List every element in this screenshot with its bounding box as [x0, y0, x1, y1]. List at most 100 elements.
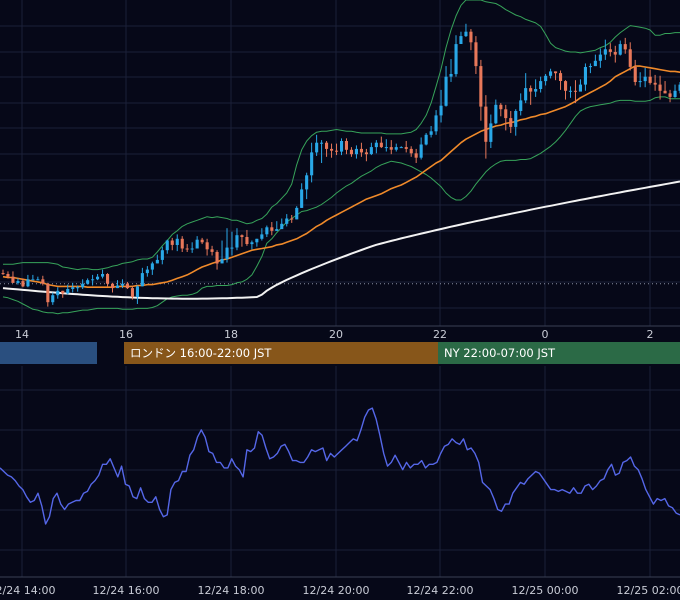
- candle-body: [424, 134, 428, 145]
- candle-body: [86, 280, 90, 284]
- candle-body: [215, 252, 219, 264]
- candle-body: [265, 227, 269, 235]
- candle-body: [668, 93, 672, 97]
- candle-body: [484, 106, 488, 142]
- candle-body: [444, 76, 448, 106]
- candle-body: [618, 44, 622, 55]
- candle-body: [36, 279, 40, 281]
- candle-body: [275, 229, 279, 231]
- candle-body: [140, 273, 144, 287]
- candle-body: [434, 115, 438, 132]
- candle-body: [315, 142, 319, 153]
- candle-body: [638, 81, 642, 83]
- candle-body: [295, 207, 299, 220]
- candle-body: [270, 227, 274, 231]
- candle-body: [658, 84, 662, 91]
- price-tick-label: 18: [224, 328, 238, 341]
- oscillator-time-axis: 12/24 14:00 12/24 16:00 12/24 18:00 12/2…: [0, 584, 680, 597]
- candle-body: [280, 223, 284, 230]
- candle-body: [519, 100, 523, 111]
- candle-body: [101, 274, 105, 277]
- candle-body: [474, 42, 478, 67]
- candle-body: [260, 234, 264, 239]
- candle-body: [245, 237, 249, 244]
- candle-body: [21, 281, 25, 287]
- candle-body: [578, 84, 582, 92]
- candle-body: [414, 153, 418, 158]
- price-tick-label: 20: [329, 328, 343, 341]
- candle-body: [210, 249, 214, 252]
- candle-body: [56, 290, 60, 296]
- candle-body: [235, 235, 239, 248]
- candle-body: [225, 247, 229, 260]
- candle-body: [464, 31, 468, 37]
- candle-body: [185, 248, 189, 250]
- candle-body: [130, 288, 134, 297]
- candle-body: [379, 142, 383, 148]
- candle-body: [190, 248, 194, 250]
- candle-body: [31, 279, 35, 281]
- session-london-label: ロンドン 16:00-22:00 JST: [130, 346, 272, 360]
- candle-body: [489, 123, 493, 142]
- candle-body: [120, 283, 124, 286]
- candle-body: [648, 76, 652, 83]
- candle-body: [71, 287, 75, 289]
- candle-body: [41, 279, 45, 284]
- candle-body: [623, 44, 627, 50]
- candle-body: [160, 250, 164, 260]
- candle-body: [534, 89, 538, 92]
- candle-body: [633, 67, 637, 82]
- candle-body: [514, 111, 518, 127]
- candle-body: [330, 148, 334, 151]
- candle-body: [135, 286, 139, 297]
- candle-body: [180, 238, 184, 249]
- candle-body: [250, 242, 254, 245]
- candle-body: [554, 71, 558, 74]
- oscillator-tick-label: 12/24 16:00: [93, 584, 160, 597]
- candle-body: [325, 142, 329, 149]
- candle-body: [240, 235, 244, 237]
- candle-body: [524, 88, 528, 101]
- candle-body: [504, 109, 508, 119]
- price-tick-label: 16: [119, 328, 133, 341]
- candle-body: [544, 75, 548, 82]
- candle-body: [384, 147, 388, 149]
- candle-body: [285, 218, 289, 224]
- candle-body: [628, 49, 632, 67]
- oscillator-tick-label: 12/24 22:00: [407, 584, 474, 597]
- candle-body: [91, 279, 95, 281]
- candle-body: [344, 141, 348, 150]
- candle-body: [111, 283, 115, 289]
- candle-body: [573, 90, 577, 92]
- oscillator-tick-label: 12/25 02:00: [617, 584, 680, 597]
- candle-body: [335, 150, 339, 152]
- candle-body: [364, 152, 368, 155]
- candle-body: [454, 44, 458, 75]
- candle-body: [170, 240, 174, 245]
- candle-body: [449, 74, 453, 77]
- chart-root: 14 16 18 20 22 0 2 ロンドン 16:00-22:00 JST …: [0, 0, 680, 600]
- candle-body: [643, 76, 647, 82]
- candle-body: [593, 60, 597, 67]
- candle-body: [290, 218, 294, 220]
- candle-body: [76, 287, 80, 289]
- candle-body: [200, 239, 204, 243]
- candle-body: [394, 147, 398, 150]
- candle-body: [61, 290, 65, 294]
- candle-body: [359, 148, 363, 153]
- candle-body: [51, 295, 55, 303]
- candle-body: [220, 259, 224, 264]
- candle-body: [116, 285, 120, 289]
- candle-body: [145, 269, 149, 274]
- candle-body: [559, 73, 563, 81]
- candle-body: [369, 147, 373, 155]
- price-tick-label: 14: [15, 328, 29, 341]
- candle-body: [195, 239, 199, 249]
- candle-body: [340, 141, 344, 152]
- candle-body: [663, 90, 667, 94]
- candle-body: [1, 273, 5, 275]
- candle-body: [175, 238, 179, 245]
- candle-body: [653, 82, 657, 85]
- price-tick-label: 0: [542, 328, 549, 341]
- candle-body: [66, 289, 70, 294]
